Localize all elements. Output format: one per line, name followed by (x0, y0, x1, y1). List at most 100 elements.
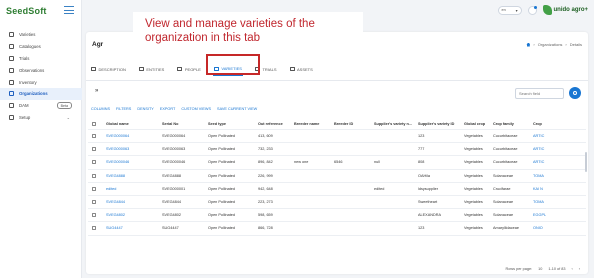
sidebar-item-varieties[interactable]: Varieties (0, 29, 82, 41)
trials-icon (9, 55, 14, 61)
breadcrumb-organizations[interactable]: Organizations (538, 42, 563, 47)
export-button[interactable]: EXPORT (160, 107, 176, 111)
variety-name-link[interactable]: SVEG4802 (106, 213, 162, 217)
variety-name-link[interactable]: SVEG000046 (106, 160, 162, 164)
annotation-callout: View and manage varieties of the organiz… (133, 12, 363, 57)
column-header[interactable]: Supplier's variety n... (374, 122, 418, 126)
row-checkbox[interactable] (92, 134, 96, 139)
sidebar-item-label: Catalogues (19, 44, 41, 50)
sidebar-item-trials[interactable]: Trials (0, 53, 82, 65)
breadcrumb-separator: › (565, 42, 567, 47)
column-header[interactable]: Supplier's variety ID (418, 122, 464, 126)
table-cell[interactable]: ONIO (533, 226, 553, 230)
columns-button[interactable]: COLUMNS (91, 107, 110, 111)
save-view-button[interactable]: SAVE CURRENT VIEW (217, 107, 257, 111)
table-cell[interactable]: KAI N (533, 187, 553, 191)
variety-name-link[interactable]: SVEG000063 (106, 147, 162, 151)
row-checkbox[interactable] (92, 160, 96, 165)
observations-icon (9, 67, 14, 73)
sidebar-item-dam[interactable]: DAM Beta (0, 100, 82, 112)
row-checkbox[interactable] (92, 147, 96, 152)
table-cell[interactable]: ARTIC (533, 134, 553, 138)
language-select[interactable]: en ▾ (497, 5, 522, 15)
table-cell[interactable]: ARTIC (533, 147, 553, 151)
table-cell: Cucurbitaceae (493, 147, 518, 152)
tab-people[interactable]: PEOPLE (176, 62, 202, 76)
tab-divider (86, 80, 588, 81)
menu-icon[interactable] (64, 6, 74, 14)
table-row[interactable]: SVEG4802 SVEG4802 Open Pollinated 598, 659 A… (88, 209, 586, 223)
column-header[interactable]: Global name (106, 122, 162, 126)
column-header[interactable]: Serial No (162, 122, 208, 126)
language-value: en (501, 8, 506, 12)
variety-name-link[interactable]: SVEG4844 (106, 200, 162, 204)
sidebar-item-label: Inventory (19, 79, 37, 85)
column-header[interactable]: Out reference (258, 122, 294, 126)
table-row[interactable]: SVEG000046 SVEG000046 Open Pollinated 896, … (88, 156, 586, 170)
previous-page-icon[interactable]: ‹ (571, 267, 572, 271)
sidebar-item-observations[interactable]: Observations (0, 64, 82, 76)
home-icon[interactable] (526, 42, 531, 47)
row-checkbox[interactable] (92, 213, 96, 218)
breadcrumb: › Organizations › Details (526, 42, 582, 47)
row-checkbox[interactable] (92, 226, 96, 231)
rows-per-page-select[interactable]: 10 (538, 267, 542, 271)
density-button[interactable]: DENSITY (137, 107, 153, 111)
column-header[interactable]: Crop (533, 122, 553, 126)
filters-button[interactable]: FILTERS (116, 107, 131, 111)
table-cell[interactable]: EGGPL (533, 213, 553, 217)
top-bar-actions: en ▾ unido agro+ (497, 5, 589, 15)
sidebar-item-setup[interactable]: Setup ⌄ (0, 112, 82, 124)
row-checkbox[interactable] (92, 173, 96, 178)
column-header[interactable]: Global crop (464, 122, 493, 126)
custom-views-button[interactable]: CUSTOM VIEWS (181, 107, 211, 111)
scrollbar[interactable] (585, 152, 587, 172)
sidebar-item-inventory[interactable]: Inventory (0, 76, 82, 88)
search-input[interactable] (515, 88, 564, 99)
partner-logo-text: unido agro+ (553, 7, 589, 13)
table-cell: SVEG4888 (162, 173, 181, 178)
table-cell: 732, 233 (258, 147, 273, 152)
sidebar-item-label: Trials (19, 55, 30, 61)
sidebar-item-organizations[interactable]: Organizations (0, 87, 82, 100)
variety-name-link[interactable]: edited (106, 187, 162, 191)
organization-card: Agr › Organizations › Details DESCRIPTIO… (86, 32, 588, 274)
app-logo: SeedSoft (6, 6, 47, 16)
table-row[interactable]: SVEG000063 SVEG000063 Open Pollinated 732, … (88, 143, 586, 157)
table-cell: SVEG4802 (162, 213, 181, 218)
table-row[interactable]: SVEG4844 SVEG4844 Open Pollinated 223, 273 S… (88, 196, 586, 210)
next-page-icon[interactable]: › (579, 267, 580, 271)
variety-name-link[interactable]: SUG4447 (106, 226, 162, 230)
column-header[interactable]: Breeder name (294, 122, 334, 126)
row-checkbox[interactable] (92, 200, 96, 205)
table-cell[interactable]: TOMA (533, 200, 553, 204)
tab-assets[interactable]: ASSETS (289, 62, 314, 76)
table-row[interactable]: SVEG000064 SVEG000064 Open Pollinated 413, … (88, 130, 586, 144)
tab-label: TRIALS (262, 66, 277, 72)
breadcrumb-separator: › (533, 42, 535, 47)
table-row[interactable]: edited SVEG000001 Open Pollinated 942, 648 e… (88, 183, 586, 196)
annotation-line: View and manage varieties of the (145, 18, 315, 30)
table-cell[interactable]: TOMA (533, 174, 553, 178)
column-header[interactable]: Seed type (208, 122, 258, 126)
column-header[interactable]: Crop family (493, 122, 533, 126)
table-cell: 808 (418, 160, 425, 165)
sidebar: SeedSoft Varieties Catalogues Trials Obs… (0, 0, 82, 278)
search-button[interactable] (569, 87, 581, 99)
variety-name-link[interactable]: SVEG4888 (106, 174, 162, 178)
notification-icon[interactable] (527, 5, 537, 15)
tab-entities[interactable]: ENTITIES (138, 62, 166, 76)
tab-description[interactable]: DESCRIPTION (90, 62, 127, 76)
app: SeedSoft Varieties Catalogues Trials Obs… (0, 0, 594, 278)
select-all-checkbox[interactable] (92, 122, 96, 126)
variety-name-link[interactable]: SVEG000064 (106, 134, 162, 138)
table-body: SVEG000064 SVEG000064 Open Pollinated 413, … (88, 130, 586, 236)
sidebar-item-catalogues[interactable]: Catalogues (0, 41, 82, 53)
table-row[interactable]: SVEG4888 SVEG4888 Open Pollinated 226, 999 O… (88, 170, 586, 183)
table-cell: OAHila (418, 173, 431, 178)
column-header[interactable]: Breeder ID (334, 122, 374, 126)
expand-icon[interactable]: » (95, 88, 98, 94)
row-checkbox[interactable] (92, 186, 96, 191)
table-cell[interactable]: ARTIC (533, 160, 553, 164)
table-row[interactable]: SUG4447 SUG4447 Open Pollinated 866, 728 123… (88, 222, 586, 236)
